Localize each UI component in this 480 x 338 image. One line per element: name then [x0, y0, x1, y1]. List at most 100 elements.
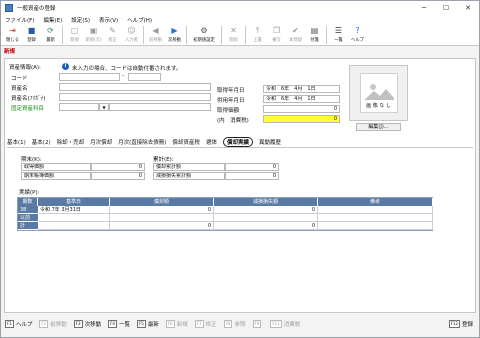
- fkey-label: 登録: [461, 322, 473, 328]
- fkey-cap: F5: [137, 320, 146, 328]
- toolbar-separator: [245, 26, 246, 44]
- service-date-input[interactable]: 令和 6年 4月 1日: [263, 95, 340, 103]
- toolbar-button-13[interactable]: ✔ 本登録: [286, 24, 305, 46]
- menu-file[interactable]: ファイル(F): [5, 16, 34, 24]
- asset-name-input[interactable]: [59, 83, 211, 91]
- period-heading: 期末(K):: [21, 157, 42, 163]
- table-cell[interactable]: [318, 222, 433, 230]
- close-door-icon: ⇥: [9, 26, 16, 35]
- column-header: 期数: [18, 198, 38, 206]
- table-cell[interactable]: 0: [214, 222, 318, 230]
- fkey-f1[interactable]: F1 ヘルプ: [5, 319, 32, 329]
- table-cell[interactable]: [38, 214, 110, 222]
- code-input[interactable]: [59, 73, 120, 81]
- close-window-icon[interactable]: ✕: [457, 1, 479, 15]
- sticky-note-icon: ▤: [310, 26, 319, 35]
- maximize-icon[interactable]: ☐: [435, 1, 457, 15]
- fkey-f7[interactable]: F7 修正: [194, 319, 217, 329]
- fkey-f2[interactable]: F2 前移動: [39, 319, 67, 329]
- overwrite-icon: ⤒: [255, 26, 260, 35]
- toolbar-button-2[interactable]: ⟳ 最新: [41, 24, 60, 46]
- toolbar-button-11[interactable]: ⤒ 上書: [248, 24, 267, 46]
- fkey-f4[interactable]: F4 一覧: [108, 319, 130, 329]
- code-branch-input[interactable]: [128, 73, 161, 81]
- toolbar-button-1[interactable]: ■ 登録: [22, 24, 41, 46]
- acquire-cost-input[interactable]: 0: [263, 105, 340, 113]
- asset-kana-label: 資産名(ﾌﾘｶﾞﾅ): [11, 96, 46, 102]
- menu-edit[interactable]: 編集(E): [43, 16, 62, 24]
- toolbar-button-7[interactable]: ◀ 前移動: [146, 24, 165, 46]
- toolbar-button-16[interactable]: ? ヘルプ: [348, 24, 367, 46]
- minimize-icon[interactable]: ─: [413, 1, 435, 15]
- tax-input[interactable]: 0: [263, 115, 340, 123]
- cum-dep-value: 0: [225, 163, 279, 171]
- table-cell[interactable]: [214, 214, 318, 222]
- defaults-icon: ⚙: [200, 26, 208, 35]
- fkey-f9[interactable]: F9: [252, 319, 264, 329]
- fkey-f5[interactable]: F5 最新: [137, 319, 159, 329]
- list-icon: ☰: [334, 26, 343, 35]
- toolbar-button-8[interactable]: ▶ 次移動: [165, 24, 184, 46]
- tab-0[interactable]: 基本(1): [7, 138, 26, 146]
- table-cell[interactable]: [318, 206, 433, 214]
- table-cell[interactable]: 0: [214, 206, 318, 214]
- auto-number-note: 未入力の場合、コードは自動付番されます。: [72, 66, 182, 72]
- app-window: 一般資産の登録 ─ ☐ ✕ ファイル(F) 編集(E) 設定(S) 表示(V) …: [0, 0, 480, 338]
- toolbar-button-10[interactable]: ✕ 削除: [224, 24, 243, 46]
- register-icon: ✔: [292, 26, 299, 35]
- toolbar-button-12[interactable]: ❐ 複写: [267, 24, 286, 46]
- account-label: 固定資産科目: [11, 106, 45, 112]
- menu-settings[interactable]: 設定(S): [71, 16, 90, 24]
- toolbar-button-14[interactable]: ▤ 付箋: [305, 24, 324, 46]
- tab-6[interactable]: 遡体: [206, 138, 217, 146]
- fkey-f3[interactable]: F3 次移動: [73, 319, 101, 329]
- toolbar-button-label: 上書: [253, 38, 262, 43]
- fkey-f12[interactable]: F12 登録: [448, 319, 473, 329]
- row-header: 計: [18, 222, 38, 230]
- toolbar-button-3[interactable]: ▢ 新規: [65, 24, 84, 46]
- tab-4[interactable]: 月次(直接除去債務): [118, 138, 166, 146]
- toolbar-button-label: 新規(元): [85, 38, 102, 43]
- fkey-f6[interactable]: F6 新規: [165, 319, 188, 329]
- table-cell[interactable]: 0: [110, 222, 214, 230]
- tab-2[interactable]: 除却・売却: [57, 138, 85, 146]
- toolbar-button-0[interactable]: ⇥ 閉じる: [3, 24, 22, 46]
- no-image-text: 画 像 な し: [366, 103, 391, 109]
- toolbar-button-label: 修正: [108, 38, 117, 43]
- tab-3[interactable]: 月次償却: [90, 138, 112, 146]
- menu-view[interactable]: 表示(V): [99, 16, 118, 24]
- fkey-cap: F1: [5, 320, 14, 328]
- tab-8[interactable]: 異動履歴: [259, 138, 281, 146]
- photo-edit-button[interactable]: 編集(J)...: [356, 123, 401, 131]
- asset-kana-input[interactable]: [59, 93, 211, 101]
- table-cell[interactable]: [110, 214, 214, 222]
- toolbar-button-9[interactable]: ⚙ 初期値設定: [189, 24, 219, 46]
- table-cell[interactable]: [318, 214, 433, 222]
- fkey-f11[interactable]: F11 消費税: [270, 319, 300, 329]
- title-bar: 一般資産の登録 ─ ☐ ✕: [1, 1, 479, 15]
- window-title: 一般資産の登録: [17, 6, 56, 12]
- copy-icon: ❐: [272, 26, 281, 35]
- tab-7[interactable]: 償却実績: [222, 137, 253, 147]
- column-header: 償却額: [110, 198, 214, 206]
- toolbar-button-4[interactable]: ▣ 新規(元): [84, 24, 103, 46]
- menu-help[interactable]: ヘルプ(H): [127, 16, 152, 24]
- function-key-bar: F1 ヘルプ F2 前移動 F3 次移動 F4 一覧 F5 最新 F6 新規 F7 修正 F8 参照 F9 F11…: [1, 313, 479, 335]
- tab-5[interactable]: 償却資産税: [172, 138, 200, 146]
- account-code-input[interactable]: [59, 103, 99, 111]
- toolbar-button-5[interactable]: ✎ 修正: [103, 24, 122, 46]
- toolbar-button-6[interactable]: ☺ 入力者: [122, 24, 141, 46]
- cum-dep-label: 償却累計額: [153, 163, 225, 171]
- acquire-date-input[interactable]: 令和 6年 4月 1日: [263, 85, 340, 93]
- account-dropdown-icon[interactable]: ▼: [99, 103, 109, 111]
- table-cell[interactable]: 令和 7年 3月31日: [38, 206, 110, 214]
- fkey-cap: F6: [165, 320, 175, 328]
- toolbar-button-label: 次移動: [168, 38, 181, 43]
- table-cell[interactable]: [38, 222, 110, 230]
- table-cell[interactable]: 0: [110, 206, 214, 214]
- toolbar-button-15[interactable]: ☰ 一覧: [329, 24, 348, 46]
- refresh-icon: ⟳: [47, 26, 54, 35]
- tab-1[interactable]: 基本(2): [32, 138, 51, 146]
- fkey-f8[interactable]: F8 参照: [223, 319, 246, 329]
- next-icon: ▶: [171, 26, 178, 35]
